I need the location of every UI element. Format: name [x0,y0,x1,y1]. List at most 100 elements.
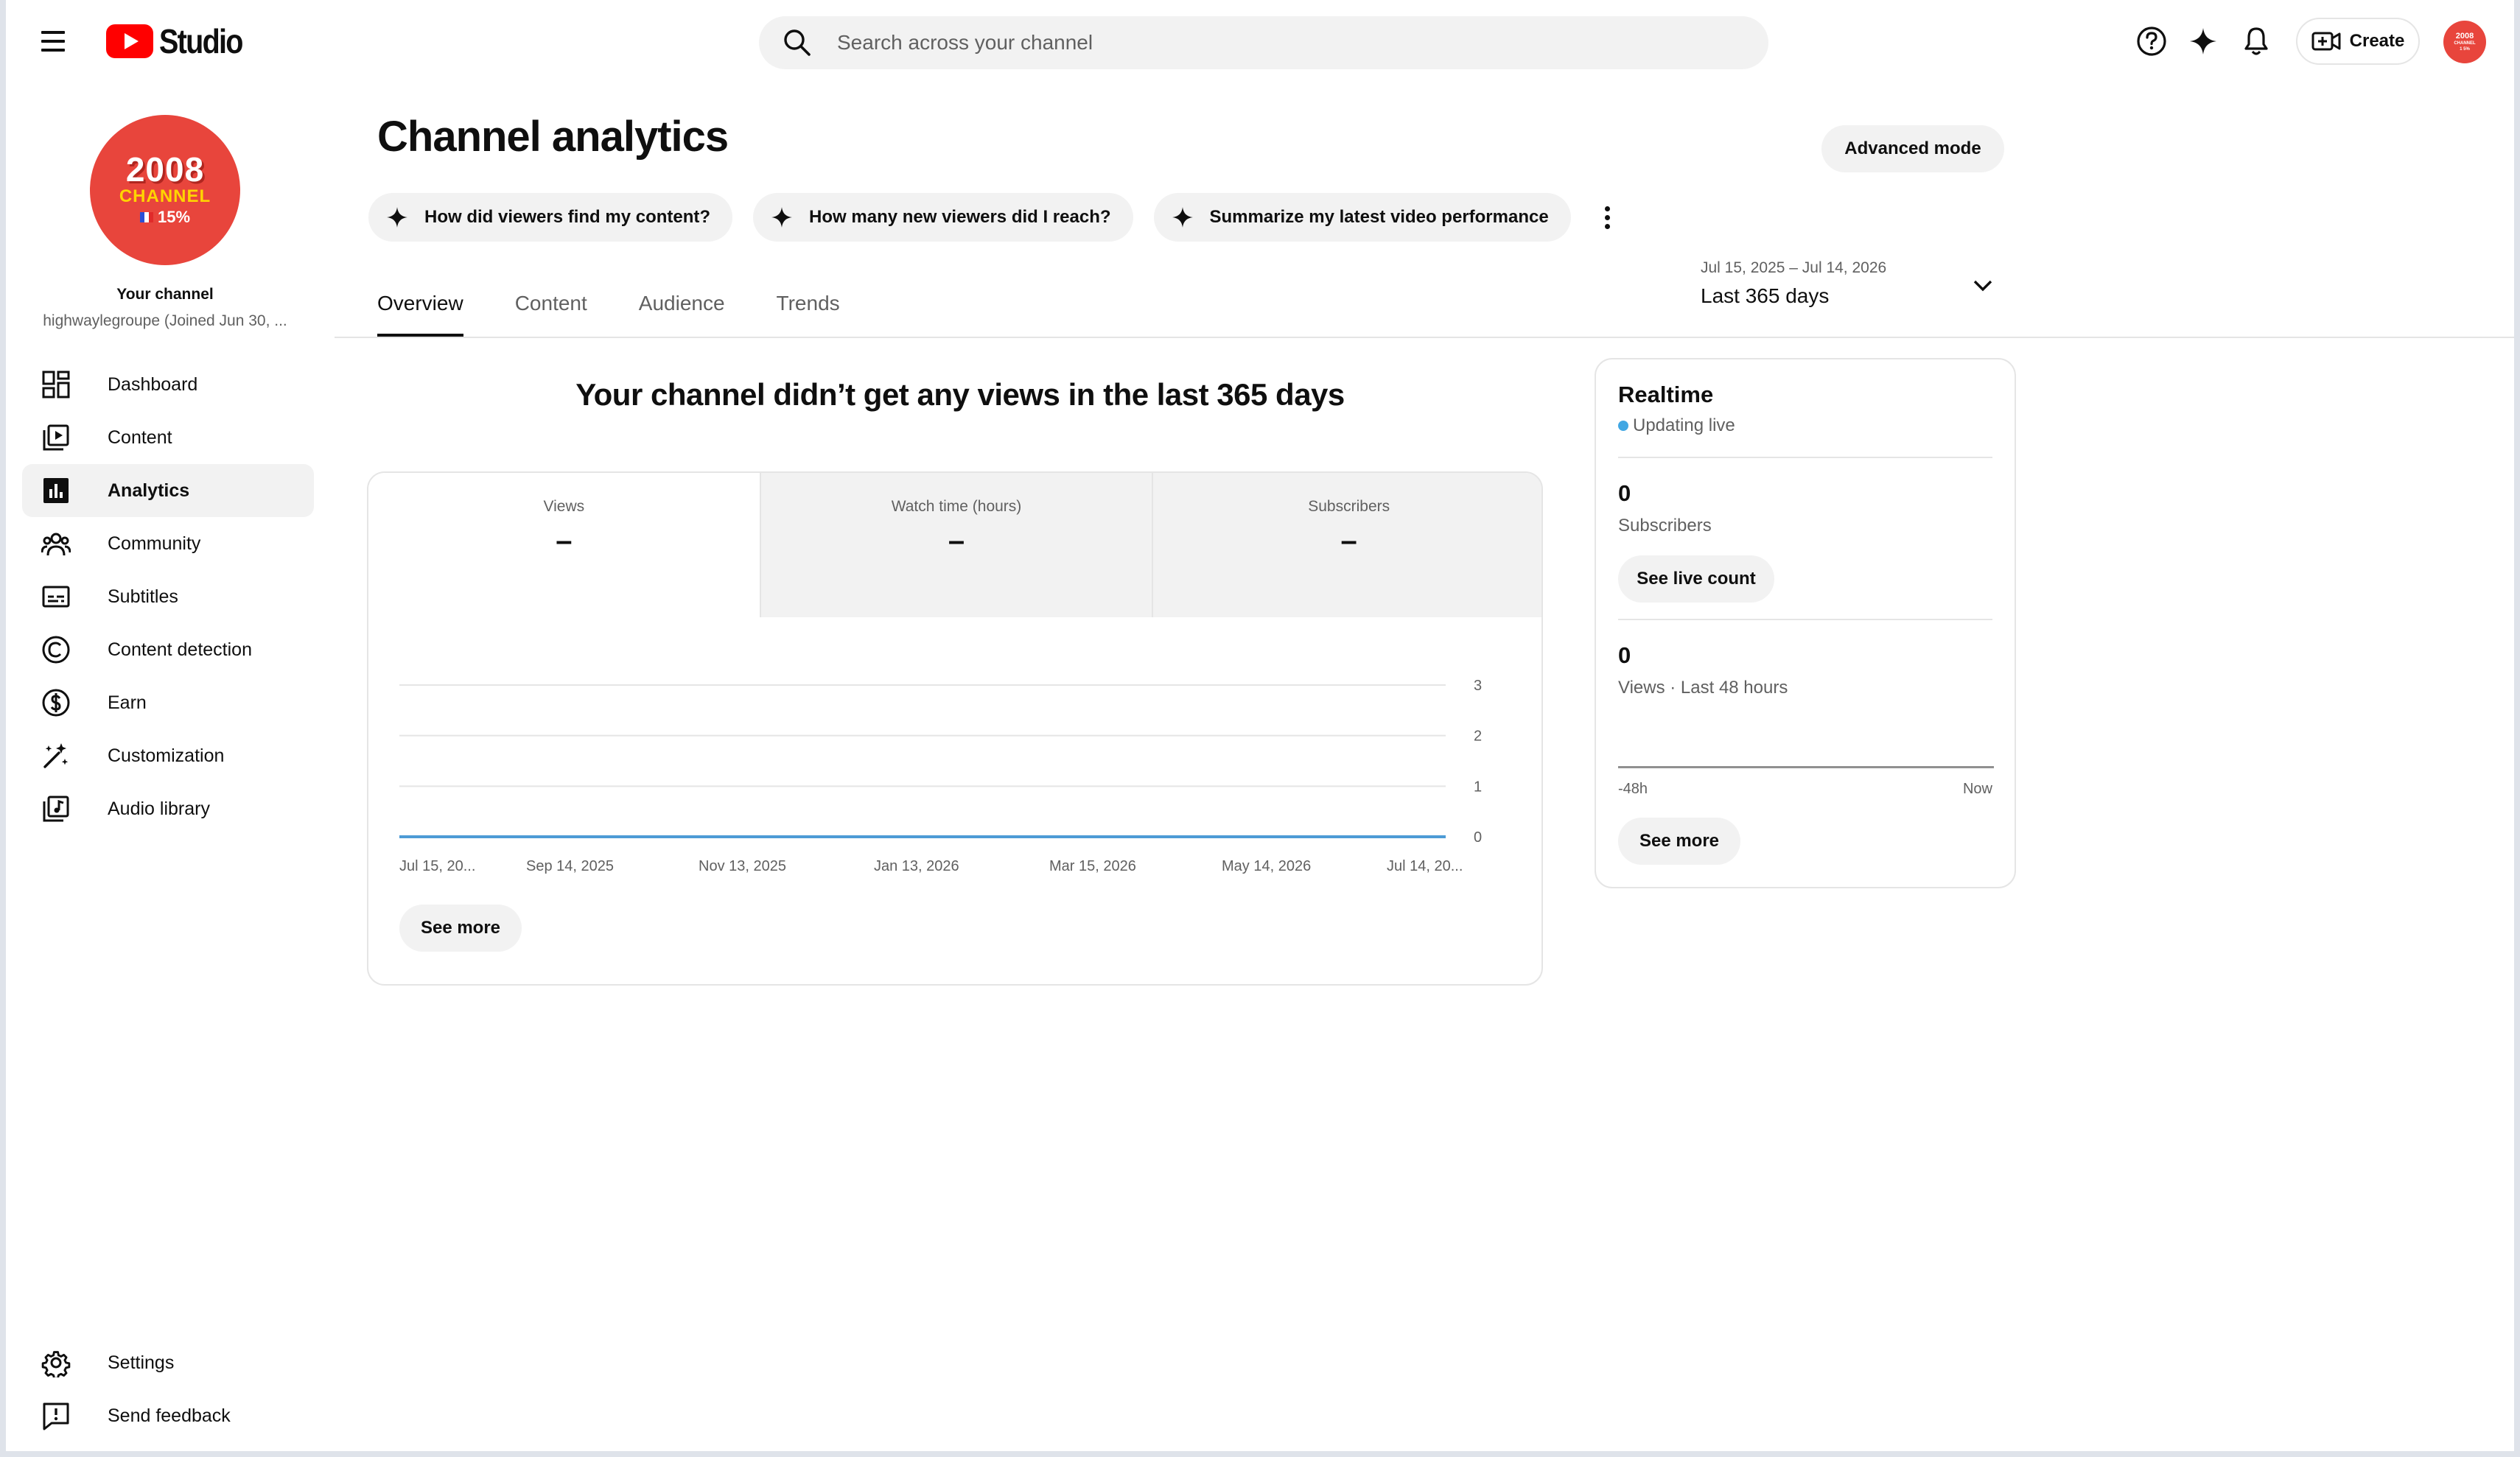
metric-value: – [556,524,573,557]
sidebar-item-label: Content detection [108,639,252,660]
chip-label: How did viewers find my content? [424,207,711,227]
gear-icon [41,1351,71,1377]
search-input[interactable] [837,16,1721,69]
channel-avatar[interactable]: 2008 CHANNEL 15% [90,115,240,265]
realtime-status-text: Updating live [1633,415,1735,435]
tab-audience[interactable]: Audience [639,280,725,337]
avatar-year: 2008 [125,150,205,189]
tab-content[interactable]: Content [515,280,587,337]
see-more-button[interactable]: See more [1618,818,1740,865]
x-tick-label: Mar 15, 2026 [1049,858,1136,874]
realtime-axis [1618,766,1994,768]
x-tick-label: Nov 13, 2025 [699,858,786,874]
more-options-icon[interactable] [1592,193,1624,242]
sidebar-item-community[interactable]: Community [22,517,314,570]
your-channel-label: Your channel [116,286,214,303]
date-range-dates: Jul 15, 2025 – Jul 14, 2026 [1701,259,1887,276]
metric-value: – [1340,524,1357,557]
metric-value: – [948,524,965,557]
sparkle-icon[interactable] [2187,25,2219,57]
notifications-icon[interactable] [2240,25,2272,57]
sidebar: 2008 CHANNEL 15% Your channel highwayleg… [6,82,330,1451]
sidebar-item-content[interactable]: Content [22,411,314,464]
tab-trends[interactable]: Trends [777,280,840,337]
create-button[interactable]: Create [2296,18,2420,65]
metric-subscribers[interactable]: Subscribers – [1152,473,1541,617]
views-label: Views · Last 48 hours [1618,678,1788,698]
dashboard-icon [42,371,70,399]
x-tick-label: Jul 14, 20... [1387,858,1463,874]
account-avatar[interactable]: 2008 CHANNEL 1 5% [2443,21,2486,63]
sidebar-item-earn[interactable]: Earn [22,676,314,729]
create-label: Create [2349,31,2405,51]
ask-chip-summarize[interactable]: Summarize my latest video performance [1153,193,1571,242]
realtime-title: Realtime [1618,382,1714,407]
sidebar-item-dashboard[interactable]: Dashboard [22,358,314,411]
x-tick-label: May 14, 2026 [1222,858,1311,874]
analytics-tabs: Overview Content Audience Trends [377,280,892,337]
avatar-line-1: 2008 [2455,32,2474,41]
chip-label: How many new viewers did I reach? [809,207,1111,227]
sidebar-item-analytics[interactable]: Analytics [22,464,314,517]
date-range-picker[interactable]: Jul 15, 2025 – Jul 14, 2026 Last 365 day… [1701,259,2010,318]
search-bar[interactable] [759,16,1768,69]
studio-app: Studio Cre [6,0,2514,1451]
sidebar-item-label: Content [108,426,172,448]
advanced-mode-button[interactable]: Advanced mode [1821,125,2004,172]
divider [1618,457,1992,458]
sidebar-item-label: Dashboard [108,373,198,395]
see-more-button[interactable]: See more [399,905,522,952]
metric-watch-time[interactable]: Watch time (hours) – [759,473,1152,617]
sidebar-item-audio-library[interactable]: Audio library [22,782,314,835]
metric-label: Watch time (hours) [891,498,1022,515]
ask-chip-viewers-find[interactable]: How did viewers find my content? [368,193,733,242]
x-tick-label: Jan 13, 2026 [874,858,959,874]
menu-icon[interactable] [38,27,68,56]
subtitles-icon [42,586,70,608]
logo-text: Studio [159,22,243,60]
sidebar-item-label: Customization [108,745,225,766]
avatar-word: CHANNEL [119,186,211,206]
chip-label: Summarize my latest video performance [1209,207,1549,227]
sidebar-nav: Dashboard Content Analytics Community Su… [22,358,314,835]
axis-start-label: -48h [1618,781,1648,797]
metric-label: Subscribers [1308,498,1390,515]
analytics-icon [43,478,69,503]
metric-views[interactable]: Views – [368,473,760,617]
youtube-logo-icon [106,24,153,58]
sidebar-item-label: Analytics [108,480,190,501]
sidebar-item-label: Subtitles [108,586,178,607]
sidebar-item-subtitles[interactable]: Subtitles [22,570,314,623]
sidebar-item-send-feedback[interactable]: Send feedback [22,1389,314,1442]
magic-wand-icon [43,743,69,768]
channel-handle: highwaylegroupe (Joined Jun 30, ... [43,312,287,329]
ask-chips: How did viewers find my content? How man… [368,193,1624,242]
avatar-percent-text: 15% [157,208,191,226]
sidebar-item-content-detection[interactable]: Content detection [22,623,314,676]
sidebar-item-label: Earn [108,692,147,713]
subscribers-value: 0 [1618,480,1631,506]
community-icon [41,533,71,556]
sidebar-item-settings[interactable]: Settings [22,1336,314,1389]
see-live-count-button[interactable]: See live count [1618,555,1774,603]
realtime-status: Updating live [1618,415,1735,436]
sidebar-item-customization[interactable]: Customization [22,729,314,782]
x-tick-label: Jul 15, 20... [399,858,475,874]
metric-label: Views [543,498,585,515]
axis-end-label: Now [1962,781,1992,797]
avatar-line-3: 1 5% [2460,47,2470,52]
add-video-icon [2311,32,2341,51]
no-views-message: Your channel didn’t get any views in the… [575,377,1345,412]
help-icon[interactable] [2135,25,2168,57]
realtime-card: Realtime Updating live 0 Subscribers See… [1595,358,2016,888]
sparkle-icon [1172,207,1193,228]
studio-logo[interactable]: Studio [106,22,256,60]
y-tick-label: 3 [1474,678,1482,694]
chevron-down-icon [1973,280,1992,292]
france-flag-icon [139,212,153,222]
copyright-icon [42,636,70,664]
tab-overview[interactable]: Overview [377,280,463,337]
sidebar-item-label: Audio library [108,798,210,819]
dollar-icon [42,689,70,717]
ask-chip-new-viewers[interactable]: How many new viewers did I reach? [753,193,1133,242]
